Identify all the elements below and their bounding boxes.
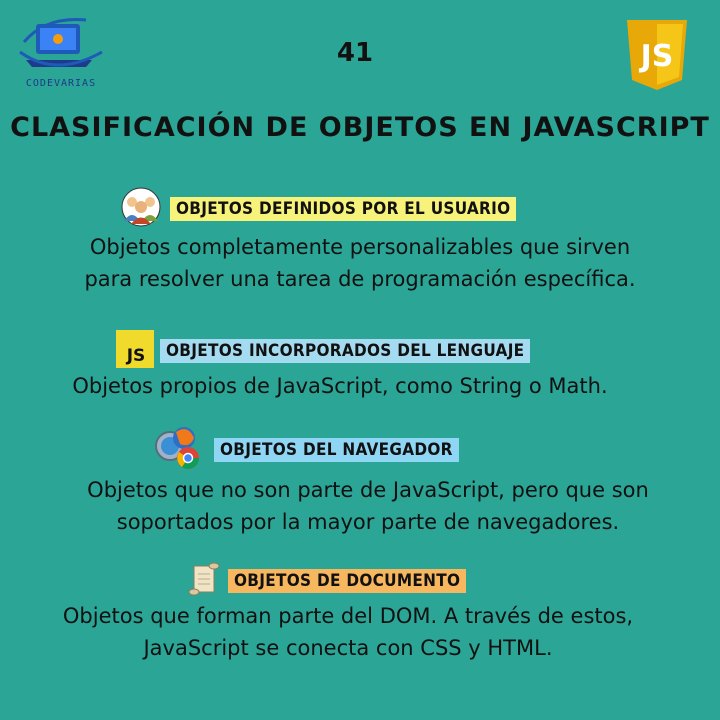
js-badge: JS — [625, 20, 689, 90]
section-header-browser-objects: OBJETOS DEL NAVEGADOR — [154, 424, 459, 476]
description-line: para resolver una tarea de programación … — [84, 267, 636, 291]
section-heading: OBJETOS DEL NAVEGADOR — [214, 438, 459, 462]
section-header-user-objects: OBJETOS DEFINIDOS POR EL USUARIO — [118, 187, 517, 231]
section-header-builtin-objects: JS OBJETOS INCORPORADOS DEL LENGUAJE — [116, 330, 531, 372]
users-icon — [118, 187, 164, 231]
description-line: JavaScript se conecta con CSS y HTML. — [143, 636, 553, 660]
js-badge-text: JS — [639, 39, 674, 74]
codevarias-logo: CODEVARIAS — [16, 12, 106, 94]
section-description-builtin-objects: Objetos propios de JavaScript, como Stri… — [0, 370, 700, 402]
description-line: Objetos propios de JavaScript, como Stri… — [72, 374, 608, 398]
scroll-icon — [186, 562, 222, 600]
description-line: Objetos completamente personalizables qu… — [89, 235, 631, 259]
logo-text: CODEVARIAS — [25, 78, 97, 89]
description-line: Objetos que forman parte del DOM. A trav… — [62, 604, 634, 628]
js-shield-icon: JS — [627, 20, 687, 90]
js-icon: JS — [116, 330, 154, 372]
page-title: CLASIFICACIÓN DE OBJETOS EN JAVASCRIPT — [10, 112, 710, 143]
section-heading: OBJETOS INCORPORADOS DEL LENGUAJE — [160, 339, 531, 363]
section-description-browser-objects: Objetos que no son parte de JavaScript, … — [8, 474, 720, 538]
description-line: soportados por la mayor parte de navegad… — [116, 510, 620, 534]
browsers-icon — [154, 424, 208, 476]
section-heading: OBJETOS DEFINIDOS POR EL USUARIO — [170, 197, 517, 221]
laptop-logo-icon — [19, 17, 103, 67]
section-description-user-objects: Objetos completamente personalizables qu… — [0, 231, 720, 295]
page-number: 41 — [336, 38, 374, 68]
section-heading: OBJETOS DE DOCUMENTO — [228, 569, 467, 593]
section-header-document-objects: OBJETOS DE DOCUMENTO — [186, 562, 467, 600]
description-line: Objetos que no son parte de JavaScript, … — [87, 478, 649, 502]
js-icon-text: JS — [126, 346, 146, 366]
section-description-document-objects: Objetos que forman parte del DOM. A trav… — [0, 600, 708, 664]
